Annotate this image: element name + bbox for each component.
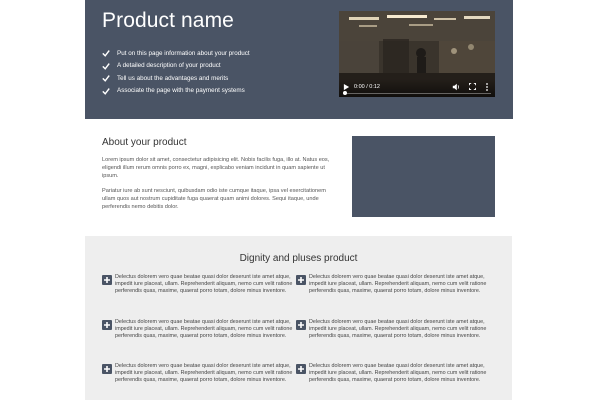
hero-bullet-text: A detailed description of your product	[117, 62, 221, 70]
plus-icon	[296, 364, 306, 374]
plus-icon	[296, 320, 306, 330]
video-progress-thumb[interactable]	[343, 91, 347, 95]
check-icon	[102, 62, 110, 70]
feature-text: Delectus dolorem vero quae beatae quasi …	[115, 274, 293, 295]
feature-text: Delectus dolorem vero quae beatae quasi …	[309, 274, 487, 295]
video-progress-bar[interactable]	[343, 91, 491, 95]
feature-text: Delectus dolorem vero quae beatae quasi …	[309, 319, 487, 340]
feature-text: Delectus dolorem vero quae beatae quasi …	[115, 363, 293, 384]
plus-icon	[296, 275, 306, 285]
check-icon	[102, 87, 110, 95]
check-icon	[102, 75, 110, 83]
hero-section: Product name Put on this page informatio…	[85, 0, 513, 119]
hero-bullet: Associate the page with the payment syst…	[102, 85, 250, 98]
hero-bullet: Tell us about the advantages and merits	[102, 72, 250, 85]
play-icon[interactable]	[343, 83, 350, 91]
dignity-section: Dignity and pluses product Delectus dolo…	[85, 236, 512, 400]
hero-bullet-text: Put on this page information about your …	[117, 49, 250, 57]
video-time: 0:00 / 0:12	[354, 84, 380, 90]
more-options-icon[interactable]	[485, 82, 489, 92]
volume-icon[interactable]	[452, 83, 460, 91]
feature-text: Delectus dolorem vero quae beatae quasi …	[115, 319, 293, 340]
plus-icon	[102, 320, 112, 330]
feature-text: Delectus dolorem vero quae beatae quasi …	[309, 363, 487, 384]
fullscreen-icon[interactable]	[469, 83, 476, 90]
about-image-placeholder	[352, 136, 495, 217]
plus-icon	[102, 364, 112, 374]
video-player[interactable]: 0:00 / 0:12	[339, 11, 495, 97]
about-title: About your product	[102, 137, 187, 148]
hero-bullet-text: Tell us about the advantages and merits	[117, 74, 229, 82]
about-paragraph: Pariatur iure ab sunt nesciunt, quibusda…	[102, 188, 326, 210]
product-title: Product name	[102, 9, 234, 32]
hero-bullet: A detailed description of your product	[102, 60, 250, 73]
hero-bullet-list: Put on this page information about your …	[102, 47, 250, 97]
dignity-title: Dignity and pluses product	[239, 253, 358, 264]
hero-bullet: Put on this page information about your …	[102, 47, 250, 60]
hero-bullet-text: Associate the page with the payment syst…	[117, 87, 245, 95]
check-icon	[102, 50, 110, 58]
plus-icon	[102, 275, 112, 285]
about-paragraph: Lorem ipsum dolor sit amet, consectetur …	[102, 157, 330, 179]
video-controls: 0:00 / 0:12	[339, 79, 495, 97]
